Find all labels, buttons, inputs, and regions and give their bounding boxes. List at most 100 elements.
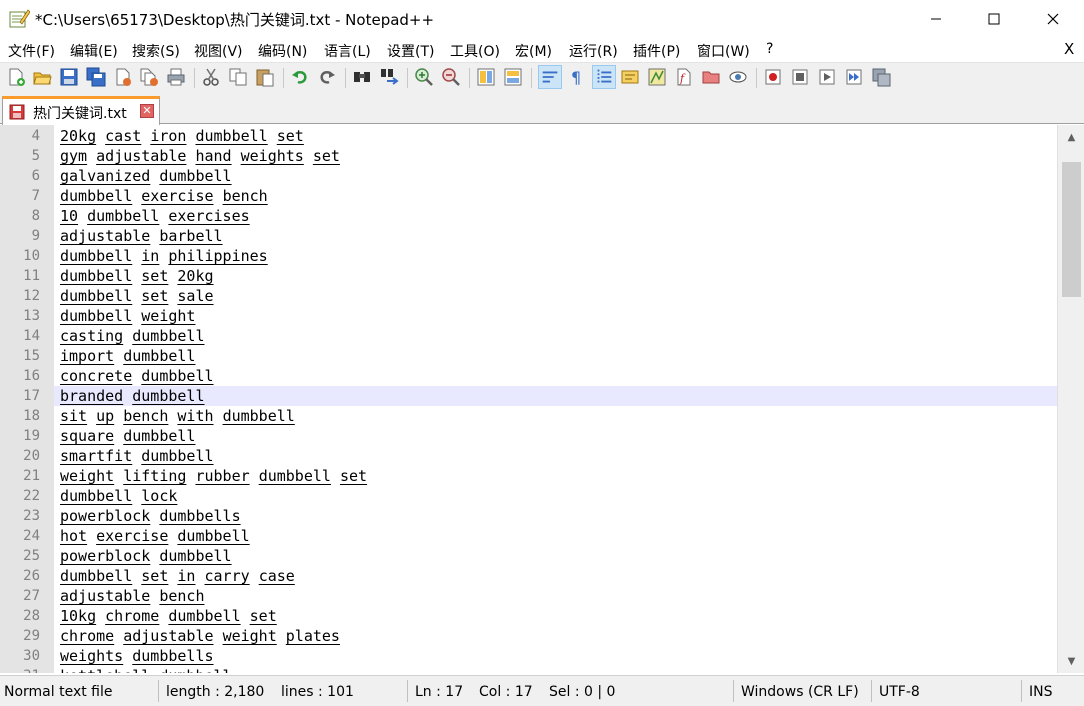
redo-icon[interactable] [317,67,337,87]
text-line[interactable]: dumbbell lock [54,486,1057,506]
close-all-icon[interactable] [139,67,159,87]
text-line[interactable]: square dumbbell [54,426,1057,446]
run-macro-multiple-icon[interactable] [844,67,864,87]
text-line[interactable]: 20kg cast iron dumbbell set [54,126,1057,146]
text-line[interactable]: dumbbell set 20kg [54,266,1057,286]
tab-bar: 热门关键词.txt ✕ [0,92,1084,125]
text-line[interactable]: smartfit dumbbell [54,446,1057,466]
text-line[interactable]: sit up bench with dumbbell [54,406,1057,426]
text-line[interactable]: weight lifting rubber dumbbell set [54,466,1057,486]
paste-icon[interactable] [255,67,275,87]
word-wrap-icon[interactable] [538,65,562,89]
word: adjustable [123,627,214,645]
minimize-button[interactable] [907,0,965,38]
menu-encoding[interactable]: 编码(N) [258,41,307,61]
text-line[interactable]: 10 dumbbell exercises [54,206,1057,226]
menu-file[interactable]: 文件(F) [8,41,55,61]
cut-icon[interactable] [201,67,221,87]
folder-workspace-icon[interactable] [701,67,721,87]
text-line[interactable]: gym adjustable hand weights set [54,146,1057,166]
menu-plugins[interactable]: 插件(P) [633,41,680,61]
text-line[interactable]: dumbbell set in carry case [54,566,1057,586]
print-icon[interactable] [166,67,186,87]
text-line[interactable]: adjustable bench [54,586,1057,606]
scrollbar-thumb[interactable] [1062,162,1081,297]
text-line[interactable]: 10kg chrome dumbbell set [54,606,1057,626]
menu-tools[interactable]: 工具(O) [450,41,500,61]
minimize-icon [931,18,941,20]
text-line[interactable]: dumbbell in philippines [54,246,1057,266]
menu-run[interactable]: 运行(R) [569,41,618,61]
line-number: 12 [23,288,40,304]
menu-settings[interactable]: 设置(T) [387,41,434,61]
sync-horizontal-icon[interactable] [503,67,523,87]
save-all-icon[interactable] [86,67,106,87]
word: dumbbell [159,167,232,185]
status-divider [871,680,872,702]
text-line[interactable]: hot exercise dumbbell [54,526,1057,546]
status-column: Col : 17 [479,684,533,700]
menu-help[interactable]: ? [766,41,773,57]
text-line[interactable]: dumbbell exercise bench [54,186,1057,206]
close-file-icon[interactable] [113,67,133,87]
text-line[interactable]: dumbbell set sale [54,286,1057,306]
undo-icon[interactable] [290,67,310,87]
play-macro-icon[interactable] [817,67,837,87]
scroll-down-arrow-icon[interactable]: ▼ [1058,649,1084,673]
word: dumbbell [141,447,214,465]
stop-macro-icon[interactable] [790,67,810,87]
doc-map-icon[interactable] [647,67,667,87]
menu-edit[interactable]: 编辑(E) [70,41,118,61]
indent-guide-icon[interactable] [592,65,616,89]
text-area[interactable]: 20kg cast iron dumbbell set gym adjustabl… [54,125,1057,673]
menu-language[interactable]: 语言(L) [324,41,371,61]
line-text: weights dumbbells [60,646,214,666]
close-window-button[interactable] [1024,0,1082,38]
tab-hot-keywords[interactable]: 热门关键词.txt ✕ [2,96,160,125]
text-line[interactable]: dumbbell weight [54,306,1057,326]
function-list-icon[interactable]: f [674,67,694,87]
record-macro-icon[interactable] [763,67,783,87]
editor[interactable]: 4 5 6 7 8 9 10 11 12 13 14 15 16 17 18 19 20 21 22 23 24 25 26… [0,125,1084,673]
line-number: 20 [23,448,40,464]
open-file-icon[interactable] [32,67,52,87]
line-number: 26 [23,568,40,584]
sync-vertical-icon[interactable] [476,67,496,87]
zoom-in-icon[interactable] [414,67,434,87]
user-lang-icon[interactable] [620,67,640,87]
toolbar: ¶ f [0,62,1084,92]
show-all-chars-icon[interactable]: ¶ [567,67,587,87]
maximize-icon [988,13,1000,25]
text-line[interactable]: weights dumbbells [54,646,1057,666]
title-bar[interactable]: *C:\Users\65173\Desktop\热门关键词.txt - Note… [0,0,1084,38]
status-lines: lines : 101 [281,684,354,700]
save-icon[interactable] [59,67,79,87]
save-macro-icon[interactable] [871,67,891,87]
tab-close-button[interactable]: ✕ [140,104,154,118]
copy-icon[interactable] [228,67,248,87]
monitoring-icon[interactable] [728,67,748,87]
text-line[interactable]: galvanized dumbbell [54,166,1057,186]
menu-search[interactable]: 搜索(S) [132,41,180,61]
maximize-button[interactable] [965,0,1023,38]
scroll-up-arrow-icon[interactable]: ▲ [1058,125,1084,149]
text-line[interactable]: chrome adjustable weight plates [54,626,1057,646]
text-line[interactable]: concrete dumbbell [54,366,1057,386]
text-line[interactable]: adjustable barbell [54,226,1057,246]
text-line[interactable]: import dumbbell [54,346,1057,366]
text-line[interactable]: powerblock dumbbells [54,506,1057,526]
close-document-button[interactable]: X [1064,40,1074,58]
menu-view[interactable]: 视图(V) [194,41,243,61]
current-line[interactable]: branded dumbbell [54,386,1057,406]
text-line[interactable]: powerblock dumbbell [54,546,1057,566]
vertical-scrollbar[interactable]: ▲ ▼ [1057,125,1084,673]
word: dumbbell [222,407,295,425]
find-icon[interactable] [352,67,372,87]
text-line[interactable]: kettlebell dumbbell [54,666,1057,673]
text-line[interactable]: casting dumbbell [54,326,1057,346]
replace-icon[interactable] [379,67,399,87]
new-file-icon[interactable] [6,67,26,87]
menu-window[interactable]: 窗口(W) [697,41,750,61]
menu-macro[interactable]: 宏(M) [515,41,552,61]
zoom-out-icon[interactable] [441,67,461,87]
